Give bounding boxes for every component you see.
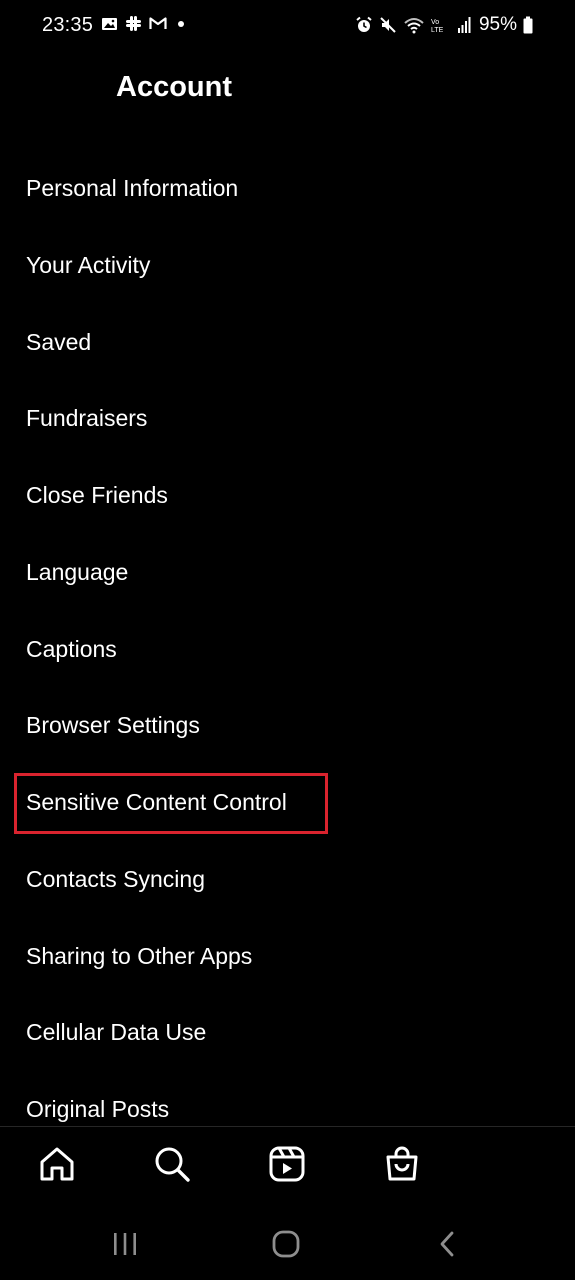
reels-icon — [268, 1145, 306, 1188]
dot-icon — [174, 17, 188, 31]
wifi-icon — [403, 16, 425, 34]
system-navigation-bar — [0, 1210, 575, 1280]
tab-search[interactable] — [152, 1146, 192, 1186]
back-nav-button[interactable] — [428, 1226, 468, 1266]
account-menu: Personal Information Your Activity Saved… — [0, 150, 575, 1125]
recent-apps-button[interactable] — [105, 1226, 145, 1266]
gmail-icon — [149, 16, 167, 31]
bottom-tab-bar — [0, 1126, 575, 1211]
menu-item-personal-information[interactable]: Personal Information — [26, 168, 238, 208]
menu-item-contacts-syncing[interactable]: Contacts Syncing — [26, 859, 205, 899]
mute-icon — [379, 16, 397, 34]
menu-item-language[interactable]: Language — [26, 552, 128, 592]
slack-icon — [125, 15, 142, 32]
gallery-icon — [101, 16, 118, 32]
menu-item-cellular-data-use[interactable]: Cellular Data Use — [26, 1012, 206, 1052]
highlight-box — [14, 773, 328, 834]
recent-apps-icon — [111, 1231, 139, 1262]
menu-item-browser-settings[interactable]: Browser Settings — [26, 705, 200, 745]
page-title: Account — [116, 71, 232, 103]
back-icon — [437, 1230, 459, 1263]
volte-icon: Vo LTE — [431, 16, 451, 34]
home-nav-button[interactable] — [266, 1226, 306, 1266]
home-icon — [38, 1146, 76, 1187]
svg-text:LTE: LTE — [431, 27, 444, 34]
menu-item-captions[interactable]: Captions — [26, 629, 117, 669]
menu-item-fundraisers[interactable]: Fundraisers — [26, 398, 147, 438]
home-circle-icon — [271, 1229, 301, 1264]
tab-shop[interactable] — [382, 1146, 422, 1186]
menu-item-saved[interactable]: Saved — [26, 322, 91, 362]
battery-percentage: 95% — [478, 14, 517, 35]
notification-icons — [101, 15, 188, 32]
menu-item-original-posts[interactable]: Original Posts — [26, 1089, 169, 1125]
menu-item-close-friends[interactable]: Close Friends — [26, 475, 168, 515]
status-bar: 23:35 Vo LTE 95% — [0, 0, 575, 52]
menu-item-your-activity[interactable]: Your Activity — [26, 245, 150, 285]
tab-home[interactable] — [37, 1146, 77, 1186]
svg-text:Vo: Vo — [431, 19, 439, 26]
shop-icon — [383, 1145, 421, 1188]
tab-reels[interactable] — [267, 1146, 307, 1186]
system-icons: Vo LTE 95% — [355, 14, 533, 36]
menu-item-sharing-to-other-apps[interactable]: Sharing to Other Apps — [26, 936, 252, 976]
search-icon — [153, 1145, 191, 1188]
battery-icon — [523, 16, 533, 34]
alarm-icon — [355, 16, 373, 34]
header: Account — [0, 64, 575, 114]
signal-icon — [457, 16, 471, 34]
status-time: 23:35 — [42, 14, 94, 36]
